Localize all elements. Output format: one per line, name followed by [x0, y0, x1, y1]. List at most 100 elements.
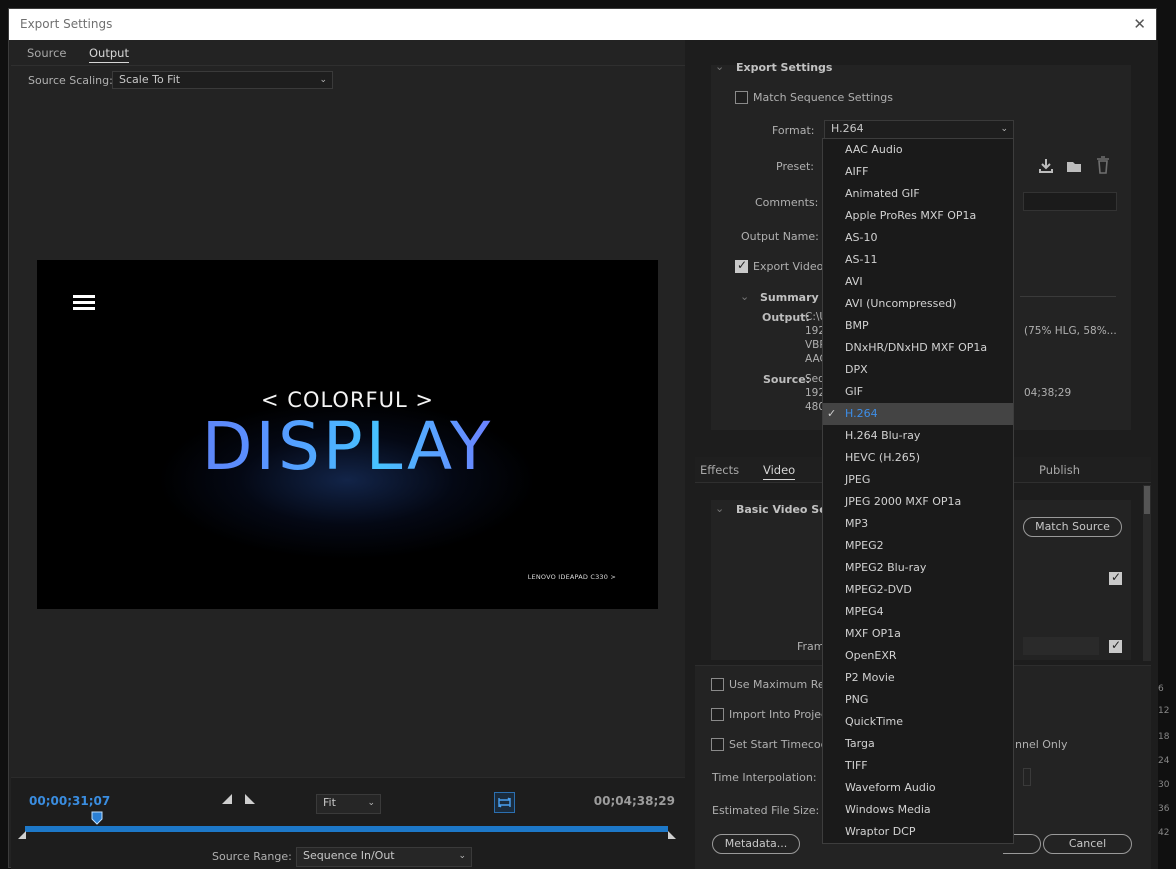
format-menu-item[interactable]: AVI [823, 271, 1013, 293]
set-out-point-icon[interactable] [244, 794, 256, 805]
tab-publish[interactable]: Publish [1039, 463, 1080, 477]
match-sequence-checkbox[interactable] [735, 91, 748, 104]
source-range-label: Source Range: [212, 850, 292, 863]
import-into-project-label: Import Into Project [729, 708, 832, 721]
format-menu-item[interactable]: HEVC (H.265) [823, 447, 1013, 469]
import-into-project-checkbox[interactable] [711, 708, 724, 721]
format-menu-item-label: QuickTime [845, 715, 904, 728]
format-menu-item[interactable]: AAC Audio [823, 139, 1013, 161]
format-menu-item-label: H.264 [845, 407, 878, 420]
format-menu-item-label: BMP [845, 319, 869, 332]
format-menu-item-label: AAC Audio [845, 143, 903, 156]
format-menu-item-label: HEVC (H.265) [845, 451, 921, 464]
comments-input[interactable] [1023, 192, 1117, 211]
format-menu-item[interactable]: AIFF [823, 161, 1013, 183]
format-menu-item[interactable]: TIFF [823, 755, 1013, 777]
tab-effects[interactable]: Effects [700, 463, 739, 477]
format-menu-item[interactable]: P2 Movie [823, 667, 1013, 689]
format-menu-item-label: JPEG [845, 473, 871, 486]
source-scaling-dropdown[interactable]: Scale To Fit ⌄ [112, 71, 333, 89]
format-menu-item[interactable]: Targa [823, 733, 1013, 755]
import-preset-icon[interactable] [1065, 157, 1083, 175]
close-icon[interactable]: ✕ [1133, 9, 1146, 40]
summary-output-tail: (75% HLG, 58%... [1024, 325, 1117, 337]
format-menu-item[interactable]: AS-11 [823, 249, 1013, 271]
source-range-dropdown[interactable]: Sequence In/Out ⌄ [296, 847, 472, 867]
format-menu-item[interactable]: Waveform Audio [823, 777, 1013, 799]
set-in-point-icon[interactable] [221, 794, 233, 805]
timeline-bar[interactable] [25, 826, 668, 832]
format-menu-item-label: AS-10 [845, 231, 878, 244]
frame-size-field[interactable] [1023, 637, 1099, 655]
playhead-handle[interactable] [91, 811, 103, 825]
in-point-marker-icon[interactable] [17, 830, 27, 840]
video-setting-checkbox[interactable] [1109, 570, 1122, 585]
format-menu-item[interactable]: Wraptor DCP [823, 821, 1013, 843]
basic-video-chevron-icon[interactable]: ⌄ [715, 502, 724, 515]
background-ruler-tick: 6 [1158, 684, 1164, 694]
format-menu-item[interactable]: PNG [823, 689, 1013, 711]
format-menu-item[interactable]: MP3 [823, 513, 1013, 535]
format-menu-item-label: JPEG 2000 MXF OP1a [845, 495, 962, 508]
format-menu-item-label: AVI (Uncompressed) [845, 297, 957, 310]
scrollbar-thumb[interactable] [1144, 486, 1150, 514]
format-menu-item[interactable]: DPX [823, 359, 1013, 381]
tab-output[interactable]: Output [89, 46, 129, 63]
playback-controls: 00;00;31;07 Fit ⌄ 00;04;38;29 Source Ran… [11, 777, 685, 869]
hamburger-menu-icon [73, 295, 95, 313]
format-menu-item-label: MPEG4 [845, 605, 884, 618]
delete-preset-icon[interactable] [1095, 156, 1111, 174]
tab-source[interactable]: Source [27, 46, 67, 60]
format-menu-item[interactable]: JPEG [823, 469, 1013, 491]
save-preset-icon[interactable] [1037, 157, 1055, 175]
summary-output-label: Output: [762, 311, 810, 324]
current-timecode[interactable]: 00;00;31;07 [29, 794, 110, 808]
format-menu-item[interactable]: DNxHR/DNxHD MXF OP1a [823, 337, 1013, 359]
time-interpolation-label: Time Interpolation: [712, 771, 817, 784]
format-menu-item-label: DPX [845, 363, 868, 376]
format-menu-item[interactable]: MPEG2 Blu-ray [823, 557, 1013, 579]
format-menu-item[interactable]: JPEG 2000 MXF OP1a [823, 491, 1013, 513]
export-video-checkbox[interactable] [735, 258, 748, 273]
format-menu-item[interactable]: BMP [823, 315, 1013, 337]
source-scaling-label: Source Scaling: [28, 74, 113, 87]
format-menu-item[interactable]: OpenEXR [823, 645, 1013, 667]
format-menu-item[interactable]: AS-10 [823, 227, 1013, 249]
format-menu-item[interactable]: MPEG2 [823, 535, 1013, 557]
format-menu-item[interactable]: QuickTime [823, 711, 1013, 733]
use-max-render-checkbox[interactable] [711, 678, 724, 691]
set-start-timecode-checkbox[interactable] [711, 738, 724, 751]
format-menu-item-label: MPEG2 [845, 539, 884, 552]
format-menu-item-label: MPEG2 Blu-ray [845, 561, 927, 574]
metadata-button[interactable]: Metadata... [712, 834, 800, 854]
checkmark-icon: ✓ [827, 407, 837, 420]
render-alpha-channel-label: nnel Only [1015, 738, 1068, 751]
format-menu-item[interactable]: ✓ H.264 [823, 403, 1013, 425]
chevron-down-icon: ⌄ [319, 75, 327, 85]
out-point-marker-icon[interactable] [667, 830, 677, 840]
summary-divider [1020, 296, 1116, 297]
format-menu-item[interactable]: GIF [823, 381, 1013, 403]
preview-brand-text: LENOVO IDEAPAD C330 > [527, 573, 616, 581]
chevron-down-icon: ⌄ [367, 798, 375, 808]
format-label: Format: [772, 124, 815, 137]
format-menu-item[interactable]: MPEG2-DVD [823, 579, 1013, 601]
format-menu-item[interactable]: Animated GIF [823, 183, 1013, 205]
preset-label: Preset: [776, 160, 815, 173]
match-source-button[interactable]: Match Source [1023, 517, 1122, 537]
aspect-ratio-correction-button[interactable] [494, 792, 515, 813]
tab-video[interactable]: Video [763, 463, 796, 480]
format-menu-item[interactable]: Windows Media [823, 799, 1013, 821]
collapse-chevron-icon[interactable]: ⌄ [715, 60, 724, 73]
time-interpolation-dropdown-edge[interactable] [1023, 768, 1031, 786]
summary-chevron-icon[interactable]: ⌄ [740, 290, 749, 303]
format-dropdown[interactable]: H.264 ⌄ [824, 120, 1014, 139]
format-menu-item[interactable]: AVI (Uncompressed) [823, 293, 1013, 315]
format-menu-item[interactable]: H.264 Blu-ray [823, 425, 1013, 447]
cancel-button[interactable]: Cancel [1043, 834, 1132, 854]
format-menu-item[interactable]: Apple ProRes MXF OP1a [823, 205, 1013, 227]
format-menu-item[interactable]: MXF OP1a [823, 623, 1013, 645]
zoom-dropdown[interactable]: Fit ⌄ [316, 794, 381, 814]
format-menu-item[interactable]: MPEG4 [823, 601, 1013, 623]
frame-rate-checkbox[interactable] [1109, 638, 1122, 653]
